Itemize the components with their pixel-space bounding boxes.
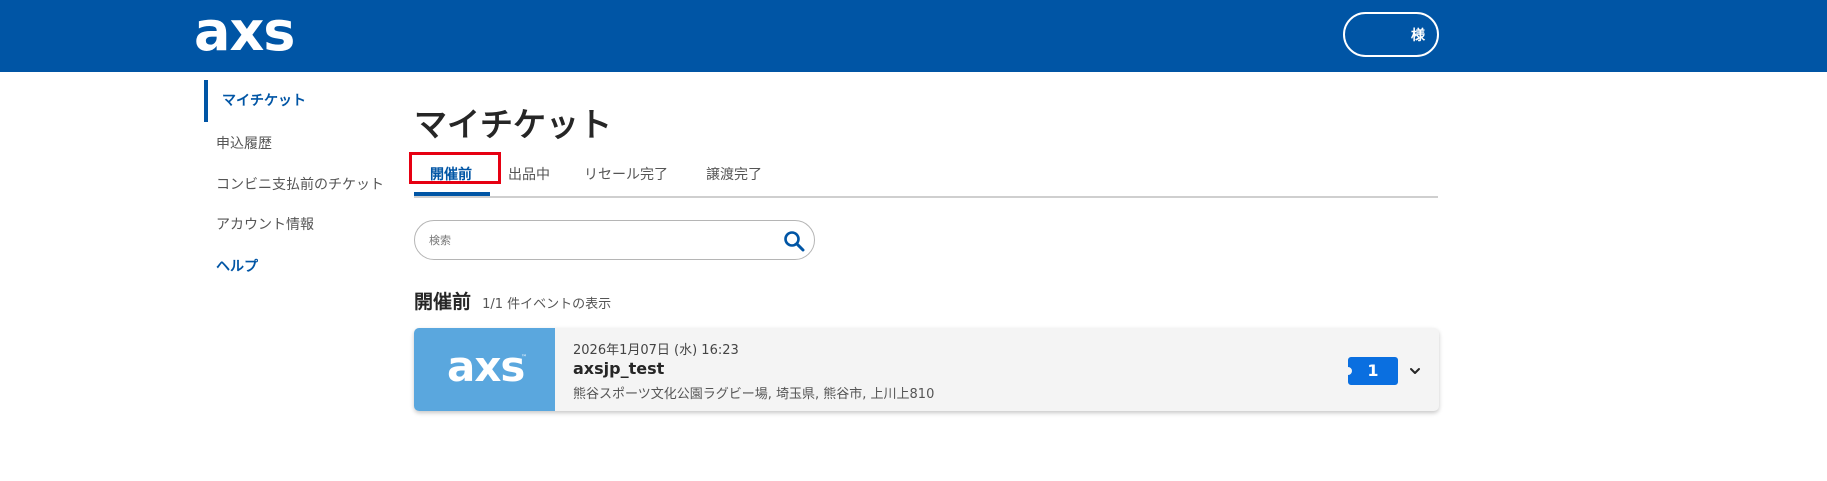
search-input[interactable] — [429, 230, 759, 250]
section-heading: 開催前 1/1 件イベントの表示 — [414, 287, 611, 314]
event-venue: 熊谷スポーツ文化公園ラグビー場, 埼玉県, 熊谷市, 上川上810 — [573, 387, 935, 402]
tab-transfer-complete[interactable]: 譲渡完了 — [706, 164, 762, 196]
event-card[interactable]: axs ™ 2026年1月07日 (水) 16:23 axsjp_test 熊谷… — [414, 328, 1439, 411]
tab-resale-complete[interactable]: リセール完了 — [584, 164, 668, 196]
event-date: 2026年1月07日 (水) 16:23 — [573, 343, 739, 358]
sidebar-item-my-tickets[interactable]: マイチケット — [204, 80, 306, 122]
axs-logo[interactable]: axs — [194, 2, 295, 62]
sidebar-item-label: アカウント情報 — [216, 217, 314, 233]
tab-highlight-box — [409, 152, 501, 184]
user-menu-button[interactable]: 様 — [1343, 12, 1439, 57]
event-name: axsjp_test — [573, 359, 665, 378]
sidebar-item-label: コンビニ支払前のチケット — [216, 177, 384, 193]
thumbnail-logo: axs — [447, 342, 525, 391]
tab-label: 譲渡完了 — [706, 167, 762, 183]
ticket-count-badge: 1 — [1348, 357, 1398, 385]
search-box — [414, 220, 815, 260]
user-honorific: 様 — [1411, 28, 1425, 44]
sidebar-item-label: ヘルプ — [216, 259, 258, 275]
page-title: マイチケット — [414, 105, 612, 144]
sidebar-item-label: 申込履歴 — [216, 136, 272, 152]
tab-listed[interactable]: 出品中 — [508, 164, 550, 196]
event-count-text: 1/1 件イベントの表示 — [482, 297, 612, 312]
tab-label: リセール完了 — [584, 167, 668, 183]
sidebar-item-application-history[interactable]: 申込履歴 — [204, 132, 272, 156]
tab-label: 出品中 — [508, 167, 550, 183]
search-icon[interactable] — [783, 230, 805, 252]
active-tab-indicator — [414, 192, 490, 196]
ticket-tabs: 開催前 出品中 リセール完了 譲渡完了 — [409, 152, 1438, 198]
event-thumbnail: axs ™ — [414, 328, 555, 411]
sidebar-item-label: マイチケット — [222, 93, 306, 109]
sidebar-item-help[interactable]: ヘルプ — [204, 255, 258, 279]
trademark-mark: ™ — [521, 354, 527, 361]
chevron-down-icon[interactable] — [1408, 364, 1422, 378]
sidebar-item-account-info[interactable]: アカウント情報 — [204, 213, 314, 237]
top-header: axs 様 — [0, 0, 1827, 72]
section-title: 開催前 — [414, 291, 472, 313]
sidebar-item-convenience-unpaid[interactable]: コンビニ支払前のチケット — [204, 173, 384, 197]
ticket-count: 1 — [1367, 361, 1379, 380]
